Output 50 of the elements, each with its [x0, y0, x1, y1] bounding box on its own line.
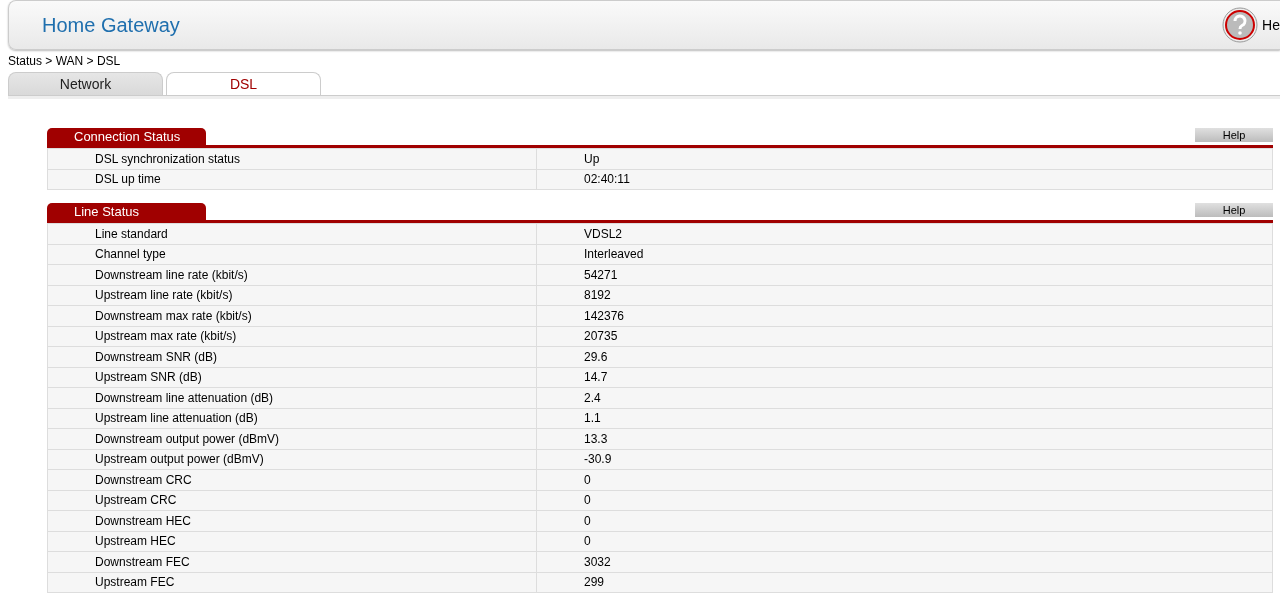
table-cell: Upstream max rate (kbit/s) — [47, 326, 537, 347]
help-icon[interactable] — [1222, 7, 1259, 43]
table-cell: Upstream CRC — [47, 490, 537, 511]
table-cell: 0 — [536, 490, 1273, 511]
table-cell: 1.1 — [536, 408, 1273, 429]
app-title: Home Gateway — [42, 13, 181, 37]
table-cell: 299 — [536, 572, 1273, 593]
table-cell: Downstream output power (dBmV) — [47, 428, 537, 449]
table-cell: 142376 — [536, 305, 1273, 326]
table-cell: 3032 — [536, 551, 1273, 572]
table-cell: DSL up time — [47, 169, 537, 190]
table-cell: 54271 — [536, 264, 1273, 285]
table-cell: Upstream output power (dBmV) — [47, 449, 537, 470]
table-cell: Downstream SNR (dB) — [47, 346, 537, 367]
table-cell: Downstream line rate (kbit/s) — [47, 264, 537, 285]
table-cell: DSL synchronization status — [47, 148, 537, 169]
table-cell: Upstream SNR (dB) — [47, 367, 537, 388]
table-cell: 0 — [536, 469, 1273, 490]
truncated-help-label[interactable]: He — [1262, 17, 1280, 33]
table-cell: 13.3 — [536, 428, 1273, 449]
help-button[interactable]: Help — [1195, 128, 1273, 142]
table-cell: Interleaved — [536, 244, 1273, 265]
table-cell: Downstream max rate (kbit/s) — [47, 305, 537, 326]
section-title: Line Status — [47, 203, 206, 220]
table-cell: 0 — [536, 531, 1273, 552]
table-cell: Downstream HEC — [47, 510, 537, 531]
table-cell: 20735 — [536, 326, 1273, 347]
table-cell: 29.6 — [536, 346, 1273, 367]
tab[interactable]: DSL — [166, 72, 321, 95]
section-title: Connection Status — [47, 128, 206, 145]
table-cell: Downstream CRC — [47, 469, 537, 490]
tab[interactable]: Network — [8, 72, 163, 95]
table-cell: 2.4 — [536, 387, 1273, 408]
table-cell: VDSL2 — [536, 223, 1273, 244]
table-cell: 0 — [536, 510, 1273, 531]
table-cell: Line standard — [47, 223, 537, 244]
table-cell: -30.9 — [536, 449, 1273, 470]
breadcrumb: Status > WAN > DSL — [8, 54, 122, 68]
help-button[interactable]: Help — [1195, 203, 1273, 217]
table-cell: Upstream FEC — [47, 572, 537, 593]
table-cell: Downstream line attenuation (dB) — [47, 387, 537, 408]
table-cell: Upstream line rate (kbit/s) — [47, 285, 537, 306]
table-cell: Upstream HEC — [47, 531, 537, 552]
table-cell: Upstream line attenuation (dB) — [47, 408, 537, 429]
table-cell: 8192 — [536, 285, 1273, 306]
table-cell: 14.7 — [536, 367, 1273, 388]
table-cell: Channel type — [47, 244, 537, 265]
table-cell: Downstream FEC — [47, 551, 537, 572]
table-cell: 02:40:11 — [536, 169, 1273, 190]
table-cell: Up — [536, 148, 1273, 169]
